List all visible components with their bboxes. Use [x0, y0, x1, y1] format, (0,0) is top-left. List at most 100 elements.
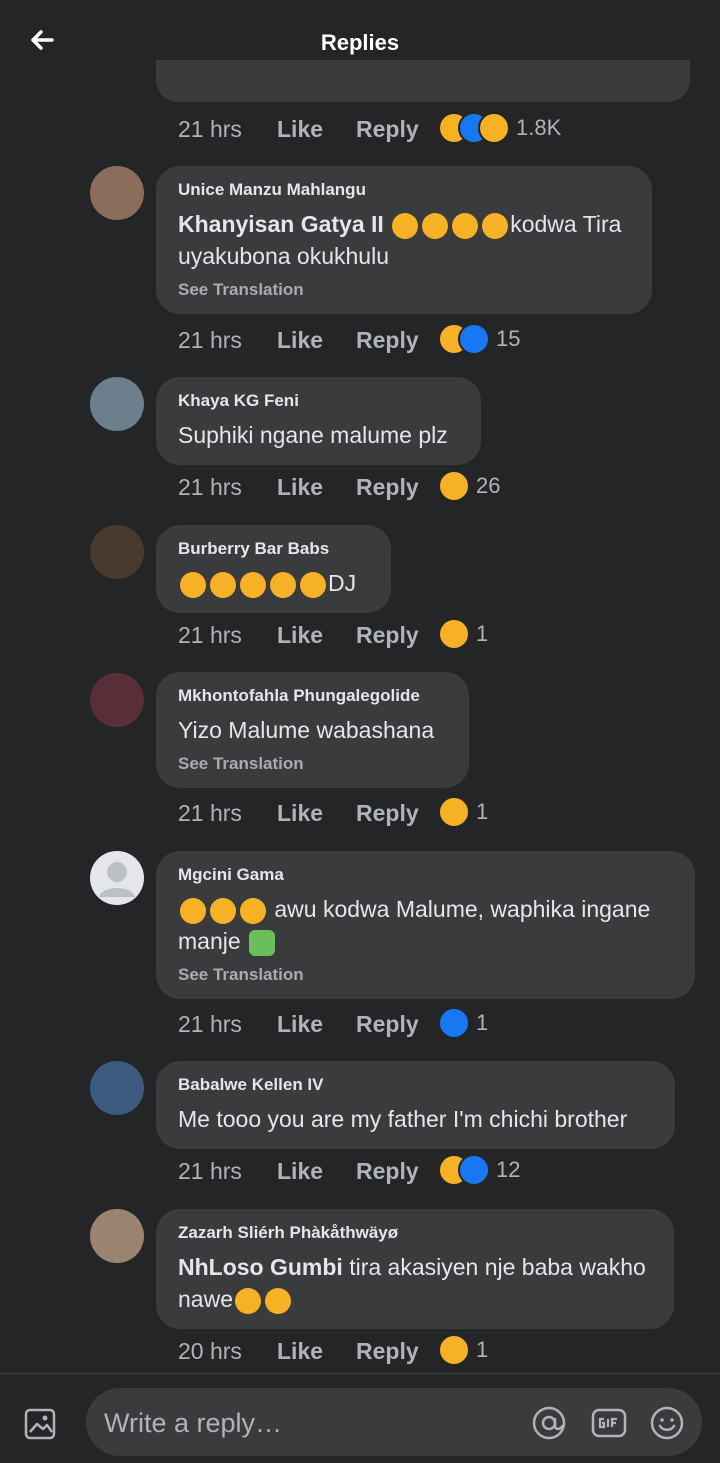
reactions-summary[interactable]: 15	[438, 321, 520, 357]
avatar[interactable]	[90, 673, 144, 727]
reaction-count: 1	[476, 799, 489, 824]
timestamp: 21 hrs	[178, 474, 242, 500]
previous-comment-bubble	[156, 60, 690, 102]
comment-author[interactable]: Zazarh Sliérh Phàkåthwäyø	[178, 1223, 652, 1243]
rofl-emoji-icon	[210, 897, 236, 924]
comment-author[interactable]: Babalwe Kellen IV	[178, 1075, 653, 1095]
comment-actions: 20 hrs Like Reply 1	[178, 1332, 698, 1372]
comment-bubble: Zazarh Sliérh Phàkåthwäyø NhLoso Gumbi t…	[156, 1209, 674, 1329]
reply-composer: Write a reply…	[0, 1373, 720, 1463]
rofl-emoji-icon	[392, 212, 419, 239]
avatar[interactable]	[90, 166, 144, 220]
comment-actions: 21 hrs Like Reply 26	[178, 468, 698, 508]
avatar[interactable]	[90, 1209, 144, 1263]
comment-actions: 21 hrs Like Reply 1	[178, 1005, 698, 1045]
comment-author[interactable]: Khaya KG Feni	[178, 391, 459, 411]
reply-button[interactable]: Reply	[356, 800, 419, 827]
mention-link[interactable]: Khanyisan Gatya II	[178, 211, 384, 237]
reaction-count: 15	[496, 326, 521, 351]
joy-emoji-icon	[240, 897, 266, 924]
like-button[interactable]: Like	[277, 116, 323, 143]
reactions-summary[interactable]: 1	[438, 1005, 488, 1041]
see-translation-link[interactable]: See Translation	[178, 280, 630, 300]
reactions-summary[interactable]: 1	[438, 616, 488, 652]
comment-actions: 21 hrs Like Reply 1	[178, 794, 698, 834]
like-button[interactable]: Like	[277, 1338, 323, 1365]
avatar[interactable]	[90, 525, 144, 579]
like-button[interactable]: Like	[277, 1011, 323, 1038]
reactions-summary[interactable]: 1.8K	[438, 110, 561, 146]
timestamp: 21 hrs	[178, 1158, 242, 1184]
reply-button[interactable]: Reply	[356, 474, 419, 501]
haha-reaction-icon	[438, 1334, 470, 1366]
joy-emoji-icon	[180, 571, 206, 598]
person-silhouette-icon	[99, 862, 135, 897]
reactions-summary[interactable]: 26	[438, 468, 500, 504]
comment-author[interactable]: Mgcini Gama	[178, 865, 673, 885]
like-button[interactable]: Like	[277, 800, 323, 827]
comment-author[interactable]: Unice Manzu Mahlangu	[178, 180, 630, 200]
reply-button[interactable]: Reply	[356, 1158, 419, 1185]
reply-button[interactable]: Reply	[356, 1011, 419, 1038]
timestamp: 20 hrs	[178, 1338, 242, 1364]
like-reaction-icon	[458, 1154, 490, 1186]
gif-icon[interactable]	[590, 1404, 628, 1442]
mention-link[interactable]: NhLoso Gumbi	[178, 1254, 343, 1280]
reply-button[interactable]: Reply	[356, 116, 419, 143]
avatar[interactable]	[90, 1061, 144, 1115]
comment-text: Yizo Malume wabashana	[178, 717, 435, 743]
comment-text: Me tooo you are my father I'm chichi bro…	[178, 1106, 628, 1132]
reply-button[interactable]: Reply	[356, 622, 419, 649]
reactions-summary[interactable]: 1	[438, 1332, 488, 1368]
like-button[interactable]: Like	[277, 622, 323, 649]
comment-author[interactable]: Mkhontofahla Phungalegolide	[178, 686, 447, 706]
rofl-emoji-icon	[422, 212, 449, 239]
like-button[interactable]: Like	[277, 1158, 323, 1185]
haha-reaction-icon	[438, 796, 470, 828]
mention-at-icon[interactable]	[530, 1404, 568, 1442]
avatar[interactable]	[90, 377, 144, 431]
comment-author[interactable]: Burberry Bar Babs	[178, 539, 369, 559]
photo-icon[interactable]	[22, 1404, 60, 1442]
emoji-icon[interactable]	[648, 1404, 686, 1442]
reply-button[interactable]: Reply	[356, 327, 419, 354]
comment-actions: 21 hrs Like Reply 1	[178, 616, 698, 656]
like-button[interactable]: Like	[277, 474, 323, 501]
haha-reaction-icon	[438, 618, 470, 650]
comment-text: Khanyisan Gatya II kodwa Tira uyakubona …	[178, 208, 630, 272]
joy-emoji-icon	[300, 571, 326, 598]
comment-bubble: Khaya KG Feni Suphiki ngane malume plz	[156, 377, 481, 465]
joy-emoji-icon	[270, 571, 296, 598]
comment-bubble: Mkhontofahla Phungalegolide Yizo Malume …	[156, 672, 469, 788]
rofl-emoji-icon	[452, 212, 479, 239]
reaction-count: 1	[476, 1337, 489, 1362]
comment-bubble: Burberry Bar Babs DJ	[156, 525, 391, 613]
comment-bubble: Unice Manzu Mahlangu Khanyisan Gatya II …	[156, 166, 652, 314]
page-title: Replies	[320, 30, 400, 55]
reply-input[interactable]: Write a reply…	[86, 1388, 702, 1456]
comment-body: DJ	[328, 570, 357, 596]
comment-text: NhLoso Gumbi tira akasiyen nje baba wakh…	[178, 1251, 652, 1315]
rofl-emoji-icon	[264, 1287, 291, 1314]
reaction-count: 26	[476, 473, 501, 498]
like-reaction-icon	[438, 1007, 470, 1039]
rofl-emoji-icon	[234, 1287, 261, 1314]
wow-reaction-icon	[478, 112, 510, 144]
comment-text: DJ	[178, 567, 369, 599]
default-avatar[interactable]	[90, 851, 144, 905]
reaction-count: 1	[476, 1010, 489, 1035]
timestamp: 21 hrs	[178, 800, 242, 826]
top-comment-actions: 21 hrs Like Reply 1.8K	[178, 110, 698, 150]
reaction-count: 12	[496, 1157, 521, 1182]
reactions-summary[interactable]: 12	[438, 1152, 520, 1188]
see-translation-link[interactable]: See Translation	[178, 965, 673, 985]
reaction-count: 1.8K	[516, 115, 562, 140]
reply-button[interactable]: Reply	[356, 1338, 419, 1365]
joy-emoji-icon	[180, 897, 206, 924]
like-button[interactable]: Like	[277, 327, 323, 354]
timestamp: 21 hrs	[178, 622, 242, 648]
reactions-summary[interactable]: 1	[438, 794, 488, 830]
comment-actions: 21 hrs Like Reply 12	[178, 1152, 698, 1192]
see-translation-link[interactable]: See Translation	[178, 754, 447, 774]
joy-emoji-icon	[240, 571, 266, 598]
